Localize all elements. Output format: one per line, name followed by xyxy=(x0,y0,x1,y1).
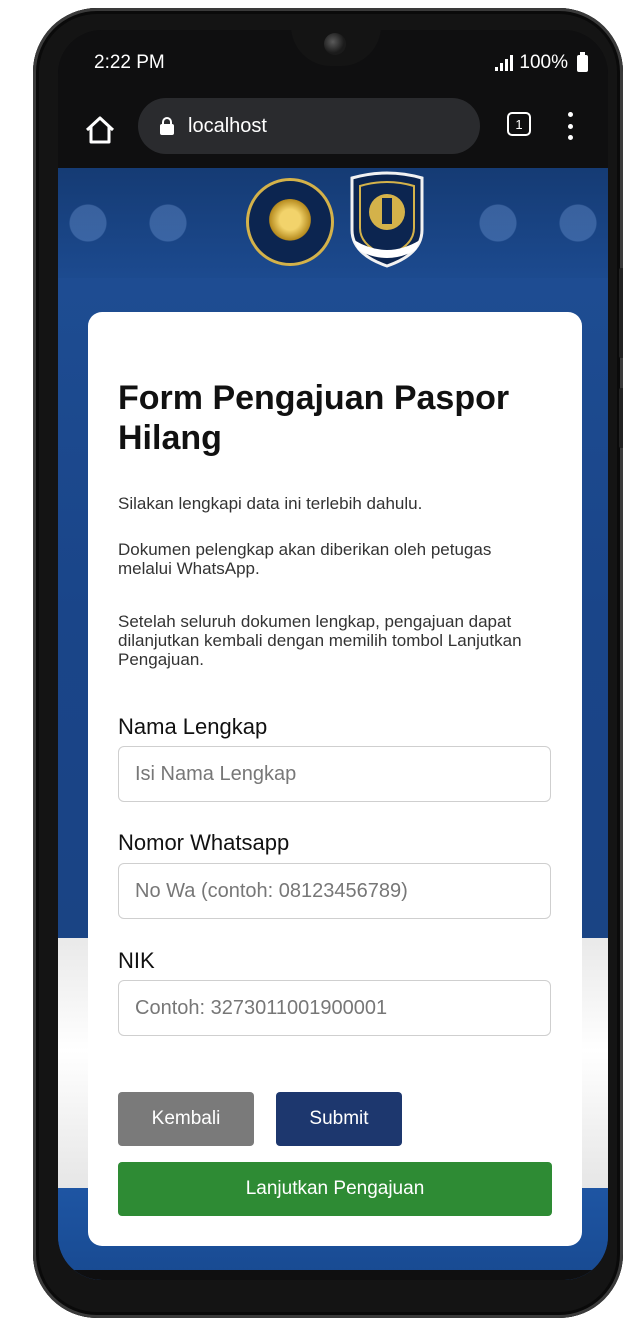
volume-button xyxy=(619,268,623,358)
form-card: Form Pengajuan Paspor Hilang Silakan len… xyxy=(88,312,582,1246)
more-menu-icon[interactable] xyxy=(564,110,576,142)
web-page: Form Pengajuan Paspor Hilang Silakan len… xyxy=(58,168,608,1280)
lock-icon xyxy=(160,117,174,135)
continue-application-button[interactable]: Lanjutkan Pengajuan xyxy=(118,1162,552,1216)
intro-text-3: Setelah seluruh dokumen lengkap, pengaju… xyxy=(118,612,522,669)
intro-text-1: Silakan lengkapi data ini terlebih dahul… xyxy=(118,494,423,513)
battery-icon xyxy=(577,51,588,72)
whatsapp-input[interactable] xyxy=(118,863,551,919)
screen-bottom-edge xyxy=(58,1270,608,1280)
signal-icon xyxy=(495,55,514,71)
tab-count: 1 xyxy=(515,116,523,132)
garuda-emblem-icon xyxy=(246,178,334,266)
url-text: localhost xyxy=(188,114,267,137)
whatsapp-label: Nomor Whatsapp xyxy=(118,830,290,855)
browser-toolbar: localhost 1 xyxy=(58,98,608,168)
full-name-label: Nama Lengkap xyxy=(118,714,268,739)
back-button[interactable]: Kembali xyxy=(118,1092,254,1146)
intro-text-2: Dokumen pelengkap akan diberikan oleh pe… xyxy=(118,540,492,578)
submit-button[interactable]: Submit xyxy=(276,1092,402,1146)
address-bar[interactable]: localhost xyxy=(138,98,480,154)
nik-input[interactable] xyxy=(118,980,551,1036)
home-icon[interactable] xyxy=(82,112,118,148)
battery-level: 100% xyxy=(519,52,568,73)
phone-screen: 2:22 PM 100% localhost 1 Form Pengajuan … xyxy=(58,30,608,1280)
full-name-input[interactable] xyxy=(118,746,551,802)
front-camera xyxy=(324,33,346,55)
tabs-icon[interactable]: 1 xyxy=(507,112,531,136)
status-indicators: 100% xyxy=(495,51,588,74)
imigrasi-emblem-icon xyxy=(350,171,424,268)
nik-label: NIK xyxy=(118,948,155,973)
power-button xyxy=(619,388,623,448)
status-time: 2:22 PM xyxy=(94,52,165,73)
page-title: Form Pengajuan Paspor Hilang xyxy=(118,379,510,457)
